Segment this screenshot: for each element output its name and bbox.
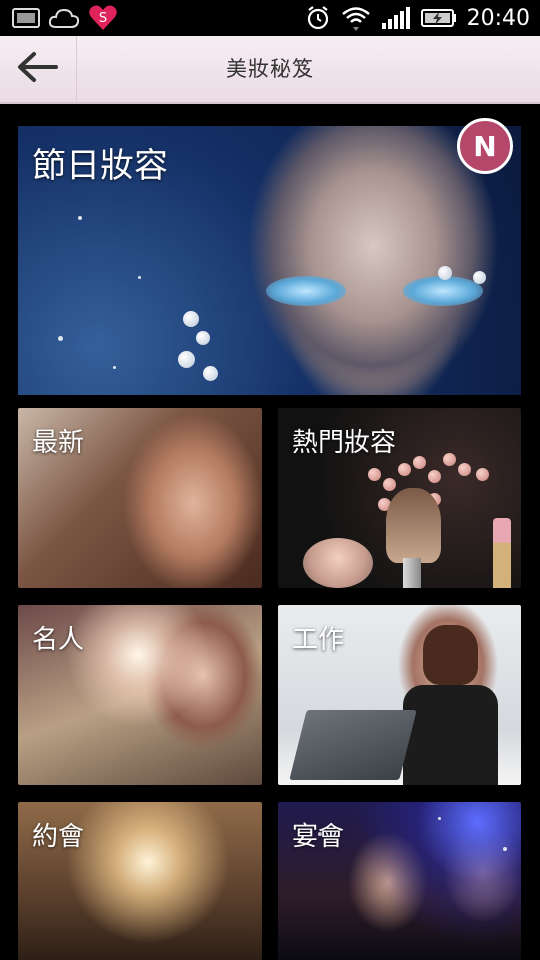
tile-date[interactable]: 約會 bbox=[18, 802, 262, 960]
status-bar: S 20:40 bbox=[0, 0, 540, 36]
new-badge: N bbox=[457, 118, 513, 174]
battery-icon bbox=[420, 8, 457, 28]
tile-latest[interactable]: 最新 bbox=[18, 408, 262, 588]
tile-party[interactable]: 宴會 bbox=[278, 802, 521, 960]
wifi-icon bbox=[341, 5, 371, 31]
page-title: 美妝秘笈 bbox=[226, 57, 314, 81]
tile-label: 約會 bbox=[32, 822, 85, 852]
cloud-icon bbox=[48, 7, 80, 29]
featured-label: 節日妝容 bbox=[32, 146, 168, 186]
alarm-icon bbox=[305, 5, 331, 31]
heart-s-icon: S bbox=[88, 4, 118, 32]
app-header: 美妝秘笈 bbox=[0, 36, 540, 104]
tile-work[interactable]: 工作 bbox=[278, 605, 521, 785]
svg-text:S: S bbox=[99, 11, 107, 26]
tile-label: 名人 bbox=[32, 625, 85, 655]
tile-label: 宴會 bbox=[292, 822, 345, 852]
tile-label: 工作 bbox=[292, 625, 345, 655]
featured-tile[interactable]: 節日妝容 N bbox=[18, 118, 521, 395]
tile-popular-makeup[interactable]: 熱門妝容 bbox=[278, 408, 521, 588]
tile-label: 最新 bbox=[32, 428, 85, 458]
signal-icon bbox=[381, 6, 411, 30]
clock-time: 20:40 bbox=[466, 5, 530, 31]
image-icon bbox=[12, 8, 40, 28]
tile-label: 熱門妝容 bbox=[292, 428, 397, 458]
tile-celebrity[interactable]: 名人 bbox=[18, 605, 262, 785]
